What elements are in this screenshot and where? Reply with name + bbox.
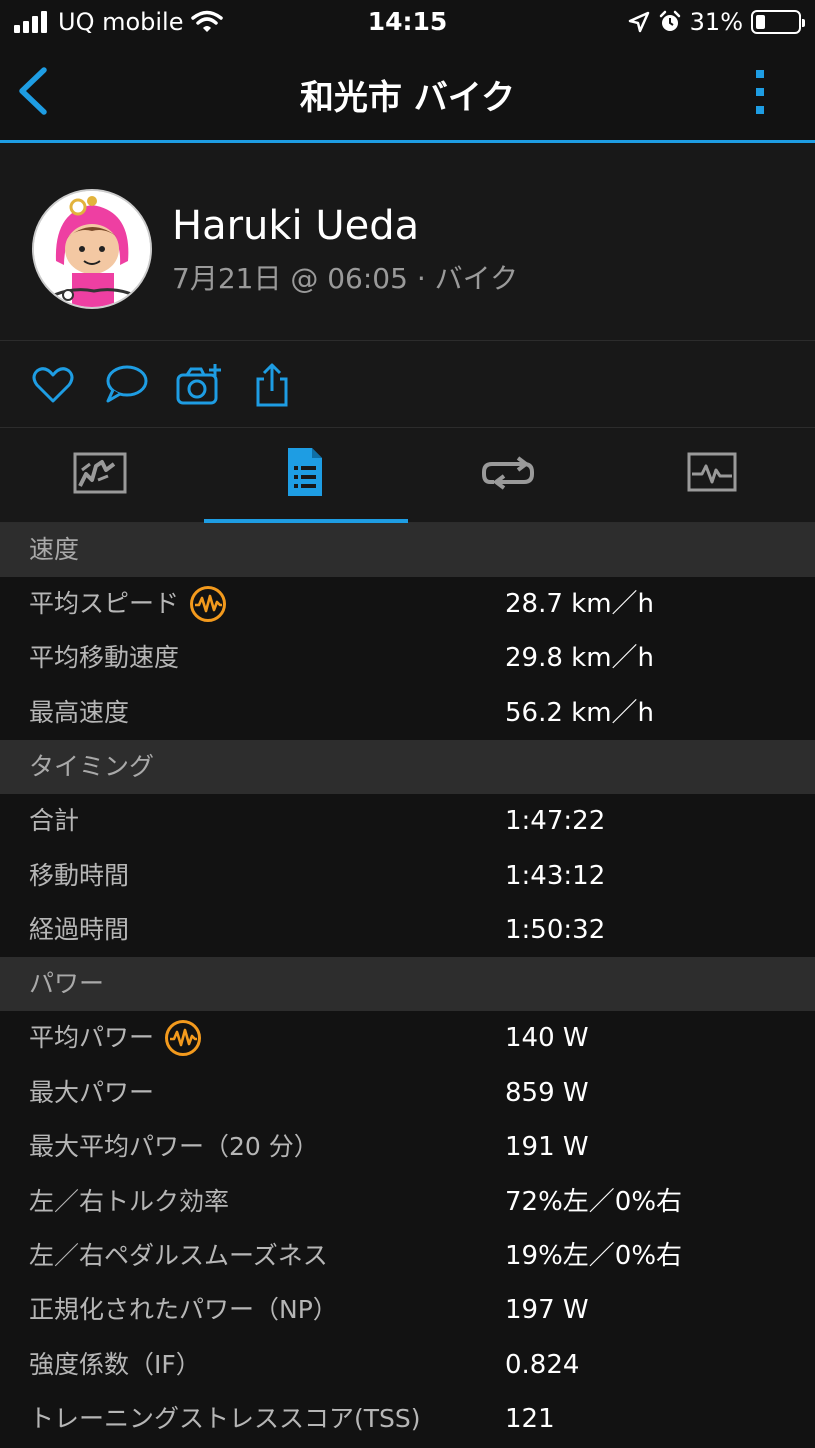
status-bar: UQ mobile 14:15 31% xyxy=(0,0,815,44)
stat-label: 最大平均パワー（20 分） xyxy=(29,1132,319,1162)
performance-badge-icon[interactable] xyxy=(164,1019,202,1057)
action-bar xyxy=(0,341,815,428)
like-heart-icon[interactable] xyxy=(29,361,77,407)
stat-value: 1:47:22 xyxy=(505,806,606,837)
stat-row: 合計 1:47:22 xyxy=(0,794,815,849)
stat-value: 140 W xyxy=(505,1023,589,1054)
more-vertical-icon[interactable] xyxy=(753,68,767,116)
avatar[interactable] xyxy=(32,189,152,309)
user-name[interactable]: Haruki Ueda xyxy=(172,203,419,249)
stat-row: 移動時間 1:43:12 xyxy=(0,848,815,903)
nav-bar: 和光市 バイク xyxy=(0,44,815,143)
stat-label: 平均移動速度 xyxy=(29,643,180,673)
stat-row: 平均移動速度 29.8 km／h xyxy=(0,631,815,686)
stat-row: 正規化されたパワー（NP） 197 W xyxy=(0,1283,815,1338)
stat-label: 左／右トルク効率 xyxy=(29,1186,230,1216)
stat-label: 最大パワー xyxy=(29,1077,155,1107)
stat-row: 左／右トルク効率 72%左／0%右 xyxy=(0,1174,815,1229)
stat-value: 29.8 km／h xyxy=(505,643,655,674)
alarm-icon xyxy=(659,10,680,31)
stat-label: 強度係数（IF） xyxy=(29,1349,201,1379)
stat-row: 平均パワー 140 W xyxy=(0,1011,815,1066)
stat-row: 平均スピード 28.7 km／h xyxy=(0,577,815,632)
stat-row: 最大パワー 859 W xyxy=(0,1065,815,1121)
stat-row: トレーニングストレススコア(TSS) 121 xyxy=(0,1392,815,1447)
stat-label: 正規化されたパワー（NP） xyxy=(29,1295,338,1325)
stat-value: 1:50:32 xyxy=(505,914,606,945)
stat-row: 左／右ペダルスムーズネス 19%左／0%右 xyxy=(0,1228,815,1284)
stat-row: 強度係数（IF） 0.824 xyxy=(0,1337,815,1393)
stat-label: 左／右ペダルスムーズネス xyxy=(29,1240,328,1270)
tab-laps[interactable] xyxy=(408,428,612,522)
stat-value: 197 W xyxy=(505,1295,589,1326)
stat-value: 121 xyxy=(505,1404,555,1435)
share-icon[interactable] xyxy=(248,361,296,407)
stat-row: 最高速度 56.2 km／h xyxy=(0,685,815,741)
stat-value: 72%左／0%右 xyxy=(505,1186,683,1217)
tab-stats[interactable] xyxy=(204,428,408,523)
activity-date-type: 7月21日 @ 06:05 · バイク xyxy=(172,262,519,295)
section-header-speed: 速度 xyxy=(0,523,815,577)
battery-percent: 31% xyxy=(689,8,743,36)
chart-pulse-icon xyxy=(687,452,737,492)
stat-value: 28.7 km／h xyxy=(505,589,655,619)
stat-label: トレーニングストレススコア(TSS) xyxy=(29,1404,421,1434)
stat-row: 最大平均パワー（20 分） 191 W xyxy=(0,1120,815,1175)
stat-row: 経過時間 1:50:32 xyxy=(0,902,815,958)
stat-value: 191 W xyxy=(505,1132,589,1163)
stat-value: 56.2 km／h xyxy=(505,697,655,728)
battery-icon xyxy=(751,10,805,34)
section-header-timing: タイミング xyxy=(0,740,815,795)
laps-loop-icon xyxy=(482,456,534,490)
location-icon xyxy=(628,11,649,33)
section-header-power: パワー xyxy=(0,957,815,1012)
tab-map[interactable] xyxy=(0,428,204,522)
detail-tabs xyxy=(0,428,815,523)
tab-charts[interactable] xyxy=(612,428,815,522)
activity-title: 和光市 バイク xyxy=(299,78,516,118)
performance-badge-icon[interactable] xyxy=(189,585,227,623)
stat-label: 平均スピード xyxy=(29,589,180,618)
comment-bubble-icon[interactable] xyxy=(102,361,150,407)
stat-label: 経過時間 xyxy=(29,914,130,944)
avatar-illustration xyxy=(34,191,150,307)
status-right-group: 31% xyxy=(628,6,805,38)
profile-header: Haruki Ueda 7月21日 @ 06:05 · バイク xyxy=(0,143,815,341)
stat-label: 最高速度 xyxy=(29,697,130,727)
stat-label: 移動時間 xyxy=(29,860,130,890)
map-icon xyxy=(73,452,127,494)
stat-label: 合計 xyxy=(29,806,80,836)
stat-label: 平均パワー xyxy=(29,1023,155,1053)
stat-value: 0.824 xyxy=(505,1349,580,1380)
stats-list: 速度 平均スピード 28.7 km／h 平均移動速度 29.8 km／h 最高速… xyxy=(0,523,815,1447)
add-photo-camera-icon[interactable] xyxy=(175,361,223,407)
stats-document-icon xyxy=(288,448,322,496)
stat-value: 859 W xyxy=(505,1077,589,1108)
stat-value: 19%左／0%右 xyxy=(505,1240,683,1271)
stat-value: 1:43:12 xyxy=(505,860,606,891)
